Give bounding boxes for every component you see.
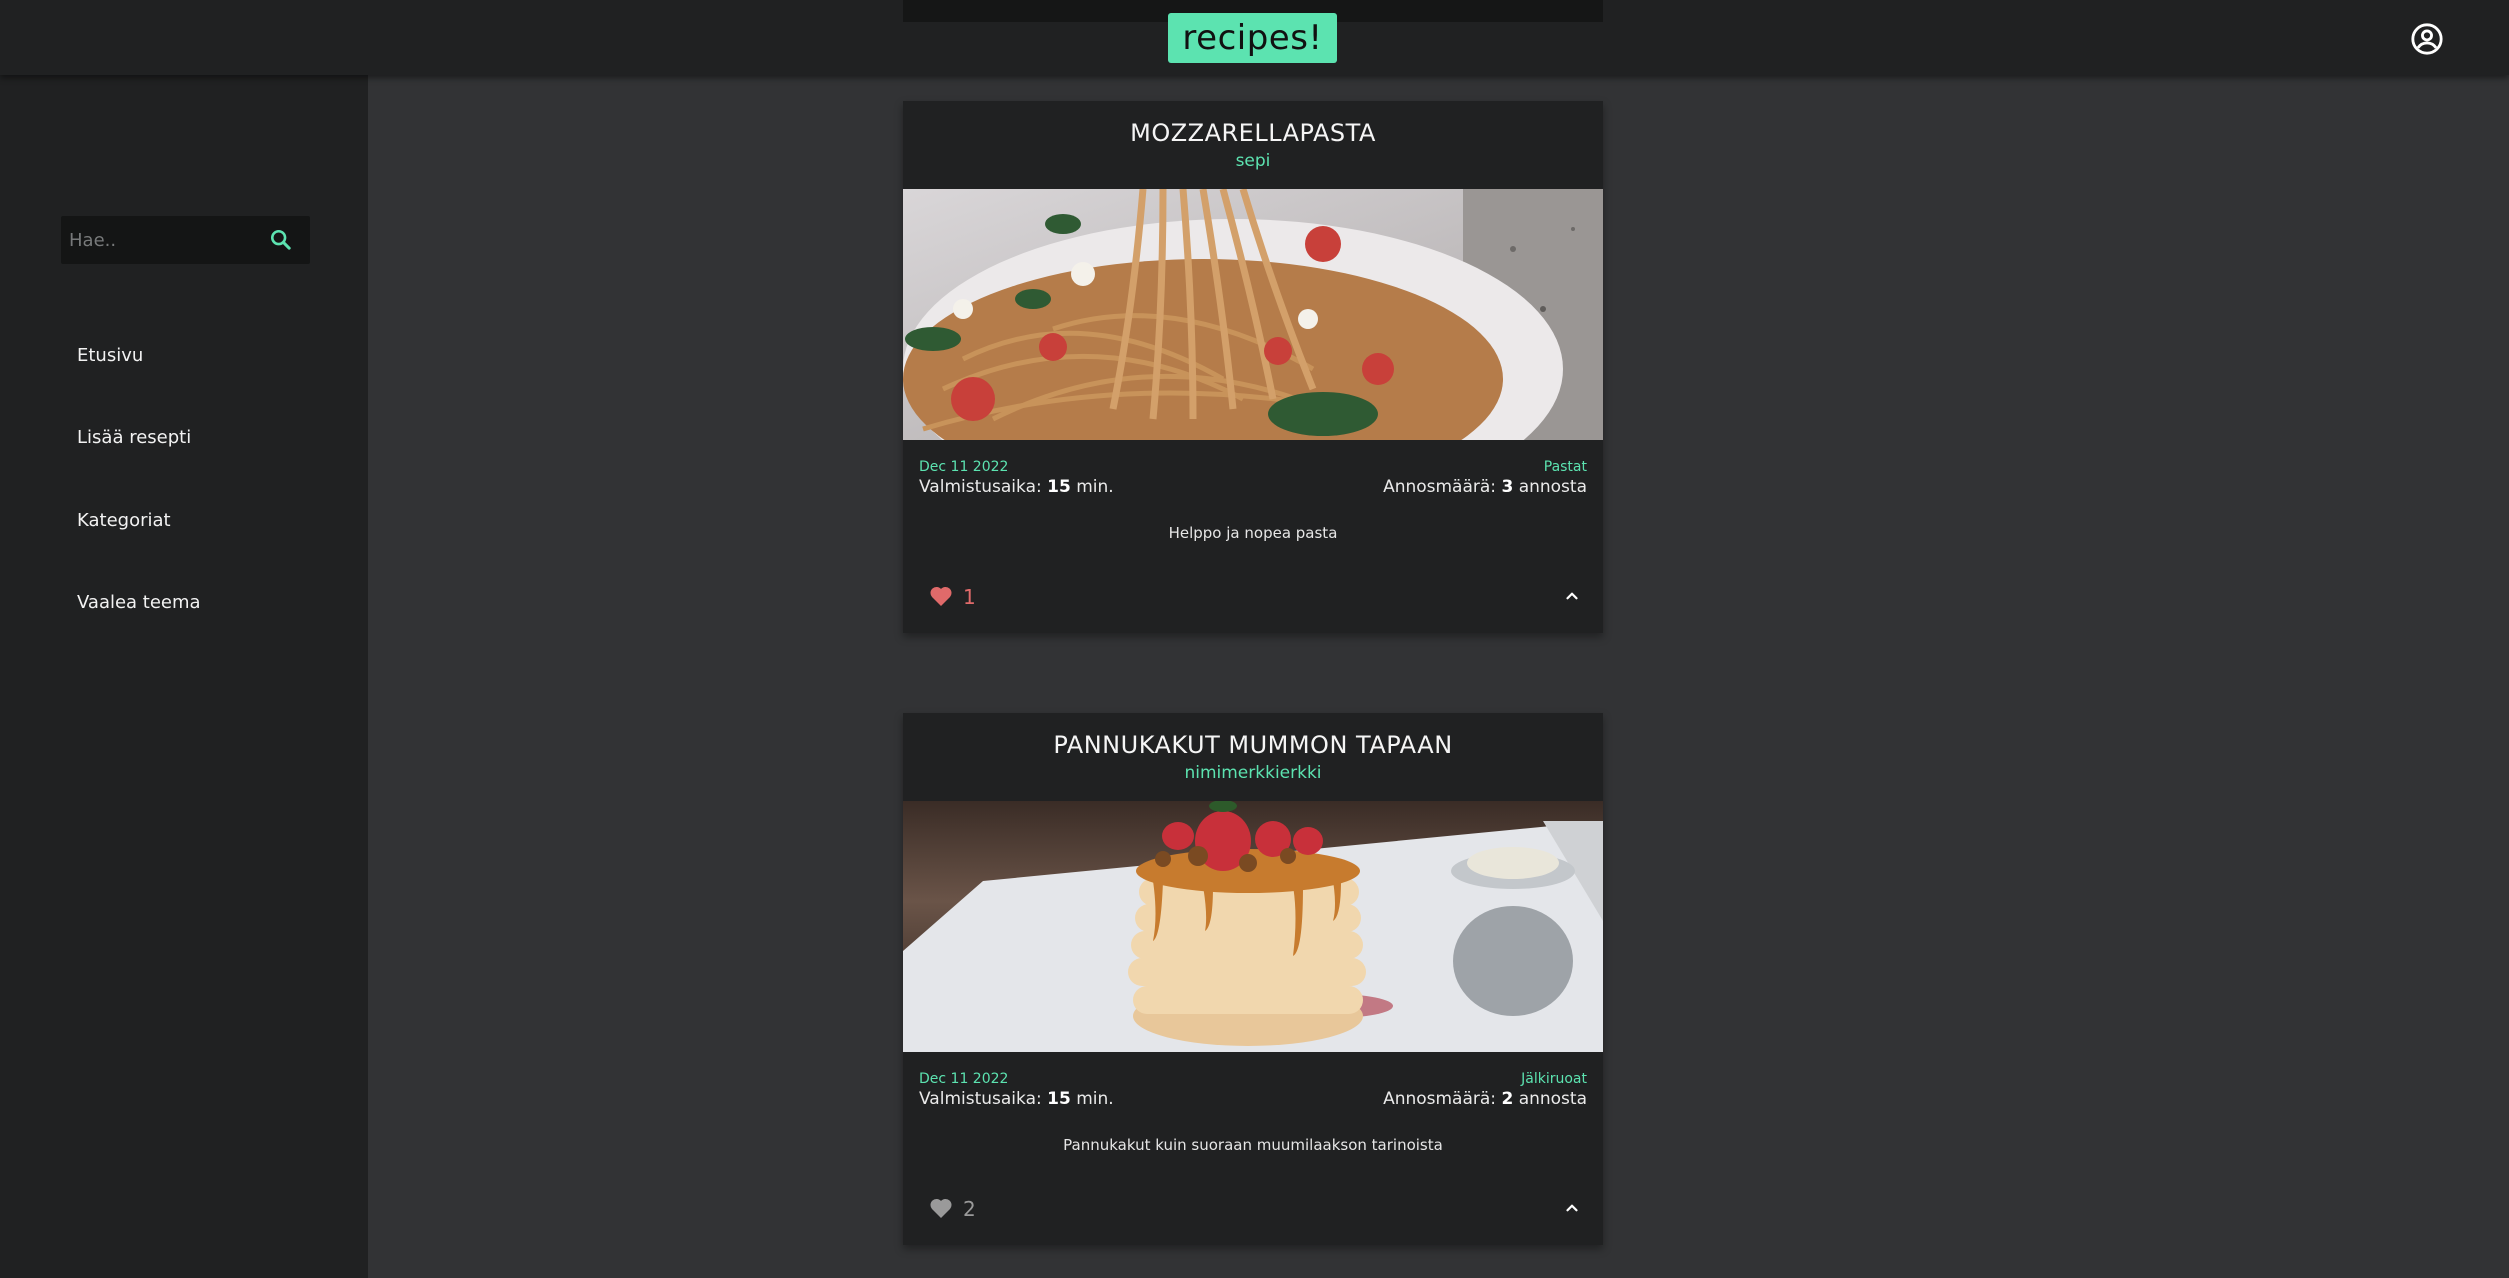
recipe-title[interactable]: PANNUKAKUT MUMMON TAPAAN bbox=[903, 731, 1603, 759]
recipe-card[interactable]: MOZZARELLAPASTA sepi Dec 11 2022 Pastat … bbox=[903, 101, 1603, 633]
servings-label: Annosmäärä: bbox=[1383, 477, 1497, 497]
prep-time-value: 15 bbox=[1047, 1089, 1071, 1109]
servings-label: Annosmäärä: bbox=[1383, 1089, 1497, 1109]
recipe-author[interactable]: sepi bbox=[903, 151, 1603, 171]
recipe-category[interactable]: Jälkiruoat bbox=[1521, 1071, 1587, 1087]
chevron-up-icon[interactable] bbox=[1563, 1199, 1581, 1217]
prep-time-label: Valmistusaika: bbox=[919, 1089, 1042, 1109]
chevron-up-icon[interactable] bbox=[1563, 587, 1581, 605]
sidebar-item-etusivu[interactable]: Etusivu bbox=[77, 345, 143, 366]
prep-time-unit: min. bbox=[1076, 1089, 1114, 1109]
sidebar-item-light-theme[interactable]: Vaalea teema bbox=[77, 592, 201, 613]
recipe-description: Pannukakut kuin suoraan muumilaakson tar… bbox=[1063, 1136, 1443, 1154]
recipe-image[interactable] bbox=[903, 189, 1603, 440]
sidebar: Etusivu Lisää resepti Kategoriat Vaalea … bbox=[0, 75, 368, 1278]
prep-time-value: 15 bbox=[1047, 477, 1071, 497]
recipe-servings: Annosmäärä: 2 annosta bbox=[1383, 1089, 1587, 1109]
recipe-title[interactable]: MOZZARELLAPASTA bbox=[903, 119, 1603, 147]
heart-icon[interactable] bbox=[929, 585, 953, 607]
servings-value: 3 bbox=[1501, 477, 1514, 497]
recipe-prep-time: Valmistusaika: 15 min. bbox=[919, 477, 1114, 497]
site-logo[interactable]: recipes! bbox=[1168, 13, 1337, 63]
recipe-card[interactable]: PANNUKAKUT MUMMON TAPAAN nimimerkkierkki bbox=[903, 713, 1603, 1245]
recipe-image[interactable] bbox=[903, 801, 1603, 1052]
recipe-date: Dec 11 2022 bbox=[919, 1071, 1009, 1087]
sidebar-item-add-recipe[interactable]: Lisää resepti bbox=[77, 427, 191, 448]
servings-value: 2 bbox=[1501, 1089, 1514, 1109]
servings-unit: annosta bbox=[1518, 1089, 1587, 1109]
recipe-author[interactable]: nimimerkkierkki bbox=[903, 763, 1603, 783]
recipe-date: Dec 11 2022 bbox=[919, 459, 1009, 475]
recipe-category[interactable]: Pastat bbox=[1544, 459, 1587, 475]
prep-time-unit: min. bbox=[1076, 477, 1114, 497]
search-box bbox=[61, 216, 310, 264]
like-count: 1 bbox=[963, 585, 976, 609]
account-circle-icon[interactable] bbox=[2410, 22, 2444, 56]
like-count: 2 bbox=[963, 1197, 976, 1221]
recipe-description: Helppo ja nopea pasta bbox=[1168, 524, 1338, 542]
recipe-prep-time: Valmistusaika: 15 min. bbox=[919, 1089, 1114, 1109]
servings-unit: annosta bbox=[1518, 477, 1587, 497]
recipe-servings: Annosmäärä: 3 annosta bbox=[1383, 477, 1587, 497]
heart-icon[interactable] bbox=[929, 1197, 953, 1219]
prep-time-label: Valmistusaika: bbox=[919, 477, 1042, 497]
search-icon[interactable] bbox=[267, 226, 295, 254]
top-app-bar: recipes! bbox=[0, 0, 2509, 75]
sidebar-item-categories[interactable]: Kategoriat bbox=[77, 510, 171, 531]
search-input[interactable] bbox=[61, 216, 261, 264]
